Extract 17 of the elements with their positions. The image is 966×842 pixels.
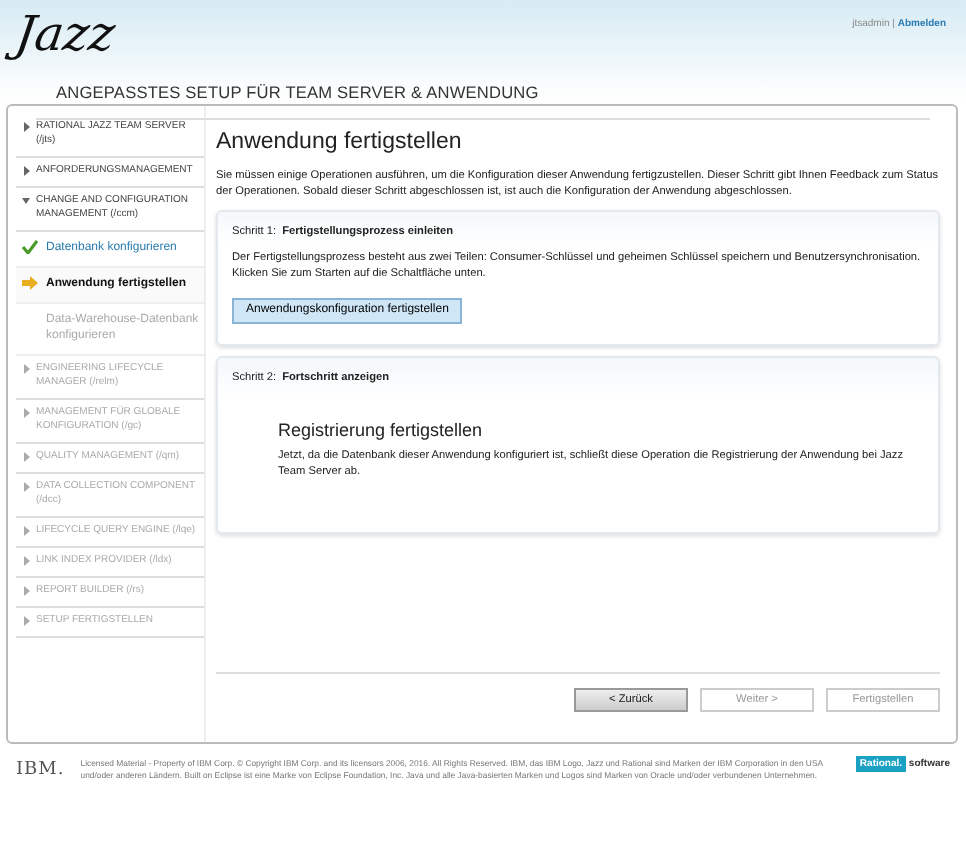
collapsed-icon [22,526,30,536]
collapsed-icon [22,166,30,176]
collapsed-icon [22,364,30,374]
collapsed-icon [22,482,30,492]
collapsed-icon [22,452,30,462]
page-title: Anwendung fertigstellen [216,128,464,158]
collapsed-icon [22,122,30,132]
ibm-logo: IBM. [16,758,65,784]
collapsed-icon [22,616,30,626]
operation-heading: Registrierung fertigstellen [278,422,485,439]
collapsed-icon [22,408,30,418]
check-icon [22,240,38,254]
arrow-icon [22,276,38,290]
app-subtitle: ANGEPASSTES SETUP FÜR TEAM SERVER & ANWENDUNG [56,80,539,105]
expanded-icon [22,196,30,206]
collapsed-icon [22,586,30,596]
collapsed-icon [22,556,30,566]
